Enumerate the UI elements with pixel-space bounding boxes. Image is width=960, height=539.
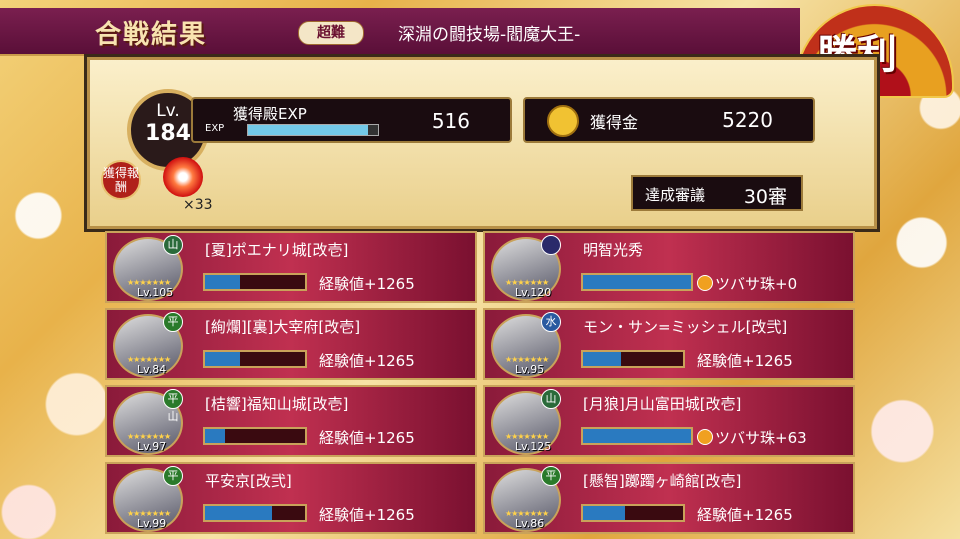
- character-exp-fill: [583, 275, 691, 289]
- character-level: Lv.84: [137, 363, 167, 376]
- character-reward: 経験値+1265: [319, 352, 415, 370]
- character-reward: 経験値+1265: [319, 506, 415, 524]
- character-level: Lv.120: [515, 286, 552, 299]
- character-name: モン・サン=ミッシェル[改弐]: [583, 318, 788, 336]
- character-exp-fill: [583, 506, 625, 520]
- character-exp-fill: [205, 506, 272, 520]
- character-level: Lv.95: [515, 363, 545, 376]
- exp-box: 獲得殿EXP 516 EXP: [191, 97, 512, 143]
- fire-orb-icon[interactable]: [163, 157, 203, 197]
- character-card[interactable]: ★★★★★★★ Lv.120 明智光秀 ツバサ珠+0: [483, 231, 855, 303]
- character-card[interactable]: 平 ★★★★★★★ Lv.99 平安京[改弐] 経験値+1265: [105, 462, 477, 534]
- character-card[interactable]: 水 ★★★★★★★ Lv.95 モン・サン=ミッシェル[改弐] 経験値+1265: [483, 308, 855, 380]
- element-icon: 平山: [163, 389, 183, 423]
- character-exp-fill: [583, 429, 691, 443]
- exp-bar-label: EXP: [205, 123, 225, 134]
- achievement-box: 達成審議 30審: [631, 175, 803, 211]
- character-level: Lv.97: [137, 440, 167, 453]
- character-reward: 経験値+1265: [319, 275, 415, 293]
- character-exp-bar: [581, 273, 693, 291]
- character-name: [月狼]月山富田城[改壱]: [583, 395, 742, 413]
- character-exp-bar: [581, 504, 685, 522]
- summary-panel: Lv. 184 獲得殿EXP 516 EXP 獲得金 5220 獲得報酬 ×33…: [84, 54, 880, 232]
- character-reward: ツバサ珠+63: [715, 429, 807, 447]
- reward-badge: 獲得報酬: [101, 160, 141, 200]
- character-card[interactable]: 平 ★★★★★★★ Lv.86 [懸智]躑躅ヶ崎館[改壱] 経験値+1265: [483, 462, 855, 534]
- tsubasa-gem-icon: [697, 275, 713, 291]
- character-name: [桔響]福知山城[改壱]: [205, 395, 349, 413]
- element-icon: 平: [541, 466, 561, 486]
- character-reward: ツバサ珠+0: [715, 275, 798, 293]
- element-icon: 平: [163, 466, 183, 486]
- element-icon: 平: [163, 312, 183, 332]
- character-name: 明智光秀: [583, 241, 644, 259]
- character-exp-bar: [203, 427, 307, 445]
- exp-bar-fill: [248, 125, 368, 135]
- gold-label: 獲得金: [590, 113, 639, 132]
- character-reward: 経験値+1265: [697, 352, 793, 370]
- character-card[interactable]: 山 ★★★★★★★ Lv.105 [夏]ポエナリ城[改壱] 経験値+1265: [105, 231, 477, 303]
- element-icon: 山: [541, 389, 561, 409]
- character-card[interactable]: 平 ★★★★★★★ Lv.84 [絢爛][裏]大宰府[改壱] 経験値+1265: [105, 308, 477, 380]
- tsubasa-gem-icon: [697, 429, 713, 445]
- character-exp-bar: [203, 504, 307, 522]
- result-title: 合戦結果: [95, 20, 208, 50]
- character-reward: 経験値+1265: [697, 506, 793, 524]
- gold-box: 獲得金 5220: [523, 97, 815, 143]
- character-level: Lv.125: [515, 440, 552, 453]
- character-card[interactable]: 山 ★★★★★★★ Lv.125 [月狼]月山富田城[改壱] ツバサ珠+63: [483, 385, 855, 457]
- character-exp-bar: [581, 350, 685, 368]
- gold-value: 5220: [722, 108, 773, 132]
- character-exp-bar: [203, 273, 307, 291]
- exp-value: 516: [431, 109, 470, 133]
- coin-icon: [547, 105, 579, 137]
- character-name: [絢爛][裏]大宰府[改壱]: [205, 318, 361, 336]
- character-exp-fill: [205, 275, 240, 289]
- stage-name: 深淵の闘技場-閻魔大王-: [398, 25, 581, 45]
- element-icon: [541, 235, 561, 255]
- character-level: Lv.86: [515, 517, 545, 530]
- character-name: 平安京[改弐]: [205, 472, 292, 490]
- exp-label: 獲得殿EXP: [233, 105, 307, 123]
- character-exp-bar: [581, 427, 693, 445]
- achievement-label: 達成審議: [645, 186, 706, 204]
- character-exp-fill: [205, 352, 240, 366]
- character-exp-fill: [583, 352, 621, 366]
- element-icon: 山: [163, 235, 183, 255]
- result-header: 合戦結果 超難 深淵の闘技場-閻魔大王-: [0, 8, 800, 56]
- difficulty-badge: 超難: [298, 21, 364, 45]
- element-icon: 水: [541, 312, 561, 332]
- character-level: Lv.105: [137, 286, 174, 299]
- exp-bar: [247, 124, 379, 136]
- character-level: Lv.99: [137, 517, 167, 530]
- character-card[interactable]: 平山 ★★★★★★★ Lv.97 [桔響]福知山城[改壱] 経験値+1265: [105, 385, 477, 457]
- character-reward: 経験値+1265: [319, 429, 415, 447]
- character-exp-bar: [203, 350, 307, 368]
- character-exp-fill: [205, 429, 225, 443]
- character-name: [夏]ポエナリ城[改壱]: [205, 241, 349, 259]
- character-name: [懸智]躑躅ヶ崎館[改壱]: [583, 472, 742, 490]
- reward-quantity: ×33: [183, 197, 213, 213]
- achievement-value: 30審: [743, 186, 787, 208]
